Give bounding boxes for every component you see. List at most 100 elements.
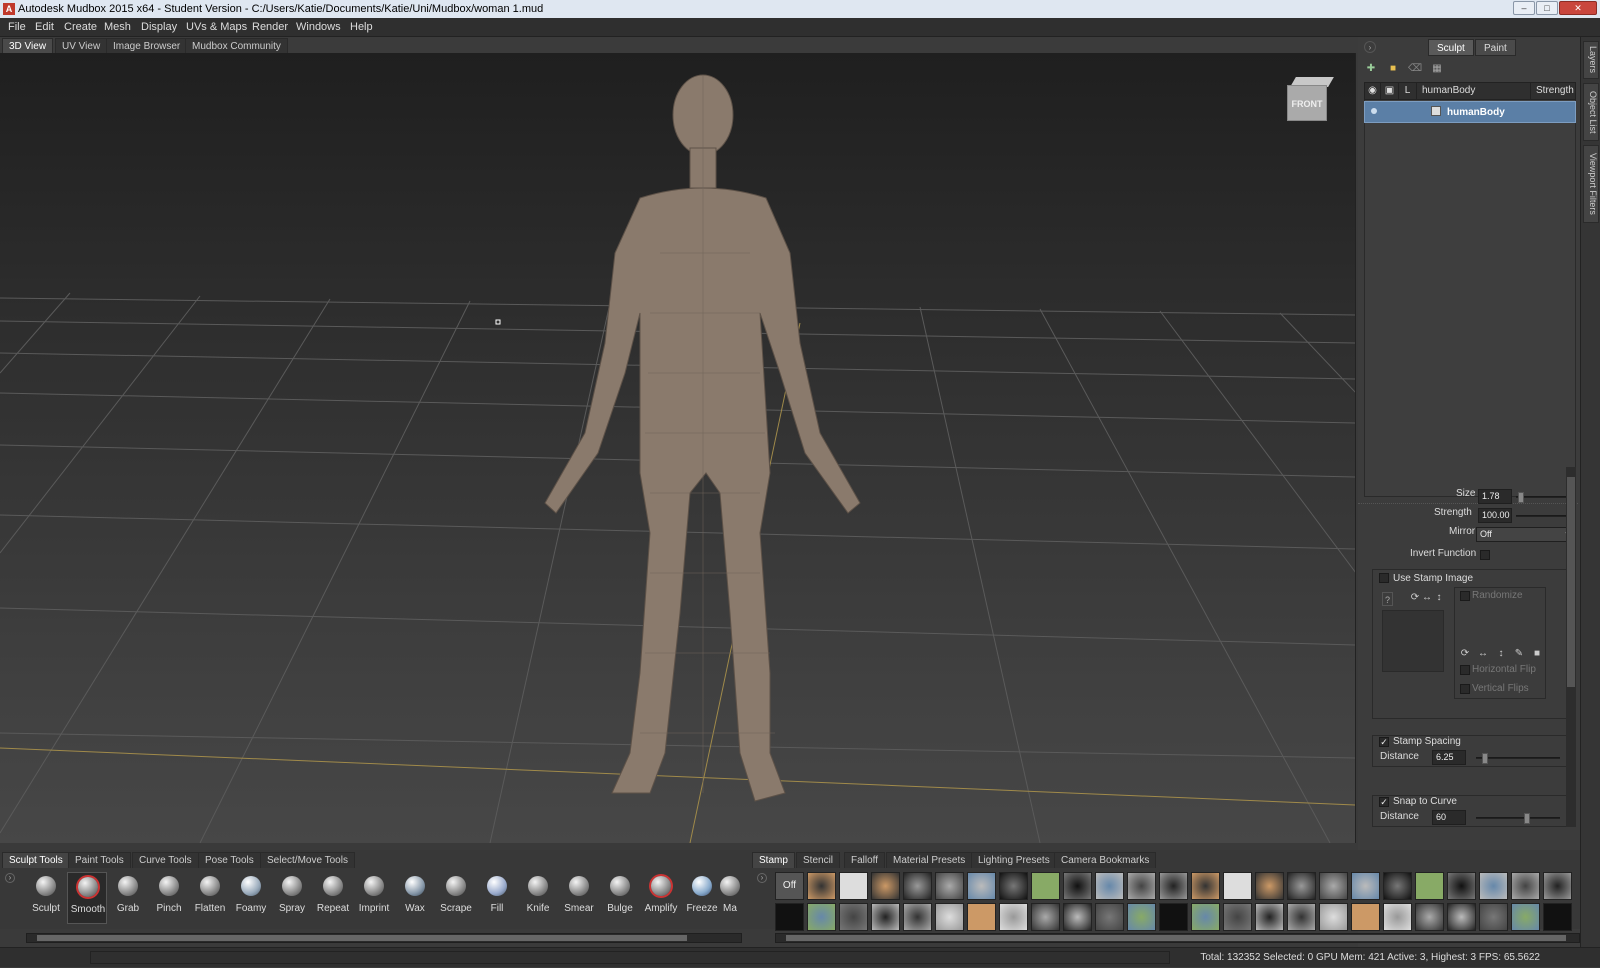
reset-icon[interactable]: ⟳: [1458, 647, 1472, 661]
snap-slider-knob[interactable]: [1524, 813, 1530, 824]
new-layer-icon[interactable]: ✚: [1364, 62, 1378, 76]
tool-fill[interactable]: Fill: [477, 872, 517, 924]
spacing-distance-slider[interactable]: [1476, 753, 1560, 764]
stamp-thumbnail[interactable]: [1543, 872, 1572, 900]
menu-mesh[interactable]: Mesh: [104, 18, 131, 37]
human-body-mesh[interactable]: [544, 74, 861, 802]
stamp-preview[interactable]: [1382, 610, 1444, 672]
stamp-thumbnail[interactable]: [903, 872, 932, 900]
snap-to-curve-checkbox[interactable]: ✓: [1379, 797, 1389, 807]
stamps-scrollbar-thumb[interactable]: [786, 935, 1566, 941]
tab-viewport-filters[interactable]: Viewport Filters: [1583, 145, 1599, 223]
use-stamp-image-checkbox[interactable]: [1379, 573, 1389, 583]
tab-layers[interactable]: Layers: [1583, 41, 1599, 79]
invert-function-checkbox[interactable]: [1480, 550, 1490, 560]
folder-icon[interactable]: ■: [1386, 62, 1400, 76]
stamp-thumbnail[interactable]: [935, 903, 964, 931]
menu-render[interactable]: Render: [252, 18, 288, 37]
view-cube-front[interactable]: FRONT: [1287, 85, 1327, 121]
tool-smear[interactable]: Smear: [559, 872, 599, 924]
stamp-thumbnail[interactable]: [1383, 903, 1412, 931]
view-cube[interactable]: FRONT: [1285, 75, 1334, 123]
tools-scrollbar[interactable]: [26, 933, 742, 943]
tab-3d-view[interactable]: 3D View: [2, 38, 54, 53]
stamp-menu-icon[interactable]: ›: [757, 873, 767, 883]
stamp-thumbnail[interactable]: [1383, 872, 1412, 900]
tab-camera-bookmarks[interactable]: Camera Bookmarks: [1054, 852, 1157, 868]
tool-imprint[interactable]: Imprint: [354, 872, 394, 924]
stamp-thumbnail[interactable]: [807, 903, 836, 931]
stamp-thumbnail[interactable]: [1191, 903, 1220, 931]
tool-flatten[interactable]: Flatten: [190, 872, 230, 924]
stamps-scrollbar[interactable]: [775, 933, 1580, 943]
edit-stamp-icon[interactable]: ✎: [1512, 647, 1526, 661]
stamp-thumbnail[interactable]: [807, 872, 836, 900]
tool-scrape[interactable]: Scrape: [436, 872, 476, 924]
tool-smooth[interactable]: Smooth: [67, 872, 107, 924]
stamp-thumbnail[interactable]: [775, 903, 804, 931]
stamp-thumbnail[interactable]: [1191, 872, 1220, 900]
tool-spray[interactable]: Spray: [272, 872, 312, 924]
tool-sculpt[interactable]: Sculpt: [26, 872, 66, 924]
properties-scrollbar[interactable]: [1566, 467, 1576, 827]
tool-wax[interactable]: Wax: [395, 872, 435, 924]
stamp-thumbnail[interactable]: [1159, 872, 1188, 900]
randomize-checkbox[interactable]: [1460, 591, 1470, 601]
stamp-thumbnail[interactable]: [1479, 872, 1508, 900]
stamp-thumbnail[interactable]: [1095, 872, 1124, 900]
stamp-thumbnail[interactable]: [1031, 903, 1060, 931]
vertical-arrows-icon[interactable]: ↕: [1494, 647, 1508, 661]
menu-file[interactable]: File: [8, 18, 26, 37]
snap-distance-slider[interactable]: [1476, 813, 1560, 824]
stamp-thumbnail[interactable]: [1031, 872, 1060, 900]
stamp-thumbnail[interactable]: [999, 903, 1028, 931]
size-field[interactable]: 1.78: [1478, 489, 1512, 504]
stamp-thumbnail[interactable]: [1287, 872, 1316, 900]
stamp-thumbnail[interactable]: [1479, 903, 1508, 931]
tab-paint-tools[interactable]: Paint Tools: [68, 852, 131, 868]
tab-pose-tools[interactable]: Pose Tools: [198, 852, 261, 868]
stamp-off[interactable]: Off: [775, 872, 804, 900]
stamp-thumbnail[interactable]: [1127, 872, 1156, 900]
stamp-spacing-checkbox[interactable]: ✓: [1379, 737, 1389, 747]
delete-layer-icon[interactable]: ⌫: [1408, 62, 1422, 76]
stamp-thumbnail[interactable]: [1511, 903, 1540, 931]
tab-sculpt-tools[interactable]: Sculpt Tools: [2, 852, 70, 868]
tool-knife[interactable]: Knife: [518, 872, 558, 924]
tab-lighting-presets[interactable]: Lighting Presets: [971, 852, 1057, 868]
stamp-thumbnail[interactable]: [1159, 903, 1188, 931]
tool-foamy[interactable]: Foamy: [231, 872, 271, 924]
spacing-distance-field[interactable]: 6.25: [1432, 750, 1466, 765]
stamp-thumbnail[interactable]: [967, 903, 996, 931]
stamp-thumbnail[interactable]: [967, 872, 996, 900]
mirror-dropdown[interactable]: Off▾: [1476, 527, 1574, 542]
tab-material-presets[interactable]: Material Presets: [886, 852, 973, 868]
spacing-slider-knob[interactable]: [1482, 753, 1488, 764]
tab-select-move-tools[interactable]: Select/Move Tools: [260, 852, 355, 868]
stamp-thumbnail[interactable]: [1255, 872, 1284, 900]
stamp-thumbnail[interactable]: [1063, 872, 1092, 900]
stamp-thumbnail[interactable]: [1447, 903, 1476, 931]
stamp-thumbnail[interactable]: [839, 872, 868, 900]
tab-curve-tools[interactable]: Curve Tools: [132, 852, 199, 868]
tab-stamp[interactable]: Stamp: [752, 852, 795, 868]
tab-sculpt[interactable]: Sculpt: [1428, 39, 1474, 56]
help-icon[interactable]: ?: [1382, 592, 1393, 606]
stamp-thumbnail[interactable]: [1319, 872, 1348, 900]
properties-scrollbar-thumb[interactable]: [1567, 477, 1575, 687]
tab-paint[interactable]: Paint: [1475, 39, 1516, 56]
stamp-thumbnail[interactable]: [1447, 872, 1476, 900]
vertical-flips-checkbox[interactable]: [1460, 684, 1470, 694]
tab-falloff[interactable]: Falloff: [844, 852, 886, 868]
visibility-icon[interactable]: ◉: [1365, 83, 1381, 99]
size-slider[interactable]: [1516, 492, 1572, 503]
tab-image-browser[interactable]: Image Browser: [106, 38, 188, 53]
stamp-thumbnail[interactable]: [1351, 872, 1380, 900]
stamp-thumbnail[interactable]: [1415, 872, 1444, 900]
stamp-thumbnail[interactable]: [903, 903, 932, 931]
stamp-thumbnail[interactable]: [871, 872, 900, 900]
stamp-thumbnail[interactable]: [1351, 903, 1380, 931]
stamp-thumbnail[interactable]: [1223, 903, 1252, 931]
menu-windows[interactable]: Windows: [296, 18, 341, 37]
stamp-thumbnail[interactable]: [1255, 903, 1284, 931]
